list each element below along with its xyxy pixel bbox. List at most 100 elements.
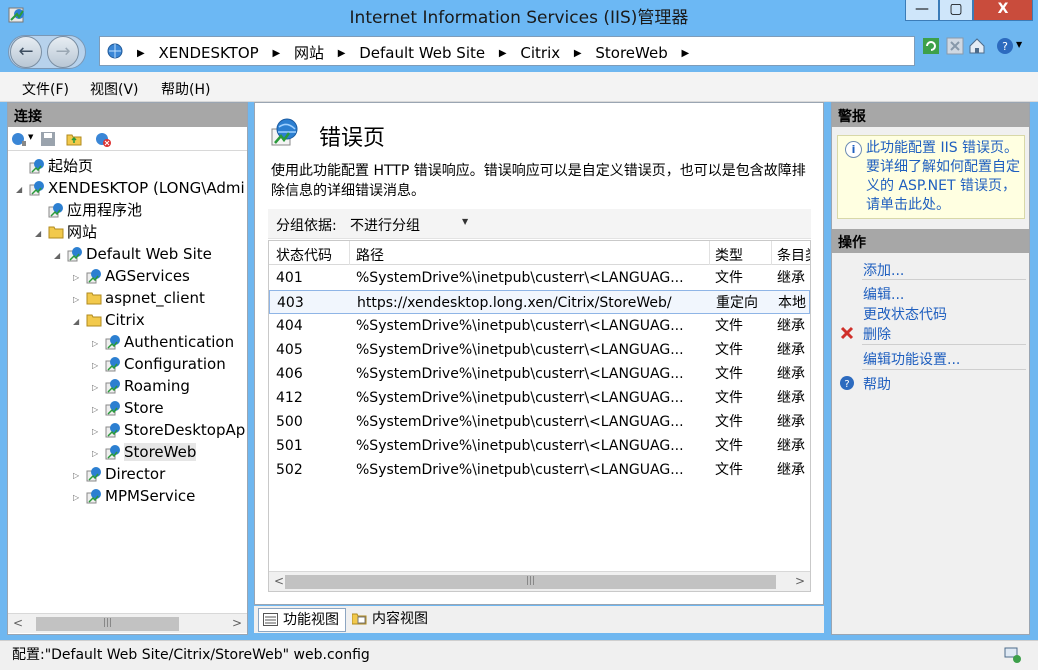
- delete-connection-icon[interactable]: [95, 131, 111, 147]
- breadcrumb-item-xendesktop[interactable]: XENDESKTOP: [158, 44, 258, 62]
- table-row[interactable]: 412 %SystemDrive%\inetpub\custerr\<LANGUA…: [269, 386, 810, 410]
- cell-status-code: 401: [276, 270, 303, 286]
- tree-node[interactable]: ▷ Authentication: [92, 331, 234, 353]
- tree-toggle-icon[interactable]: ▷: [92, 355, 102, 377]
- tree-node[interactable]: 起始页: [16, 155, 93, 177]
- tree-node[interactable]: ▷ AGServices: [73, 265, 190, 287]
- table-row[interactable]: 404 %SystemDrive%\inetpub\custerr\<LANGUA…: [269, 314, 810, 338]
- page-title: 错误页: [319, 126, 386, 151]
- tree-node[interactable]: ▷ MPMService: [73, 485, 195, 507]
- tree-toggle-icon[interactable]: ▷: [73, 465, 83, 487]
- connections-horizontal-scrollbar[interactable]: < ||| >: [8, 613, 247, 633]
- tree-node[interactable]: ◢ XENDESKTOP (LONG\Admi: [16, 177, 245, 199]
- table-row[interactable]: 403 https://xendesktop.long.xen/Citrix/St…: [269, 290, 810, 314]
- table-row[interactable]: 406 %SystemDrive%\inetpub\custerr\<LANGUA…: [269, 362, 810, 386]
- connect-icon[interactable]: [11, 131, 27, 147]
- group-by-select[interactable]: 不进行分组: [350, 215, 420, 235]
- tree-node[interactable]: ▷ aspnet_client: [73, 287, 205, 309]
- table-row[interactable]: 502 %SystemDrive%\inetpub\custerr\<LANGUA…: [269, 458, 810, 482]
- tree-toggle-icon[interactable]: ◢: [73, 311, 83, 333]
- help-dropdown-icon[interactable]: ▼: [1016, 40, 1022, 49]
- tree-toggle-icon[interactable]: ◢: [35, 223, 45, 245]
- tree-toggle-icon[interactable]: ▷: [92, 421, 102, 443]
- up-folder-icon[interactable]: [66, 131, 82, 147]
- tree-toggle-icon[interactable]: ▷: [73, 487, 83, 509]
- help-icon[interactable]: ?: [839, 375, 855, 391]
- maximize-button[interactable]: ▢: [939, 0, 973, 21]
- alert-message[interactable]: 此功能配置 IIS 错误页。要详细了解如何配置自定义的 ASP.NET 错误页，…: [866, 140, 1020, 213]
- table-row[interactable]: 501 %SystemDrive%\inetpub\custerr\<LANGUA…: [269, 434, 810, 458]
- column-divider[interactable]: [349, 241, 350, 265]
- tree-toggle-icon[interactable]: ◢: [16, 179, 26, 201]
- menu-file[interactable]: 文件(F): [22, 79, 69, 99]
- delete-icon[interactable]: [839, 325, 855, 341]
- save-icon[interactable]: [40, 131, 56, 147]
- tree-toggle-icon[interactable]: ▷: [92, 377, 102, 399]
- feature-view-tab[interactable]: 功能视图: [258, 608, 346, 632]
- tree-node[interactable]: ▷ Roaming: [92, 375, 190, 397]
- cell-type: 重定向: [716, 295, 758, 311]
- column-divider[interactable]: [709, 241, 710, 265]
- tree-toggle-icon[interactable]: ▷: [92, 333, 102, 355]
- scroll-thumb[interactable]: |||: [36, 617, 179, 631]
- address-bar[interactable]: ▶ XENDESKTOP ▶ 网站 ▶ Default Web Site ▶ C…: [99, 36, 915, 66]
- column-status-code[interactable]: 状态代码: [276, 245, 332, 265]
- tree-node[interactable]: 应用程序池: [35, 199, 142, 221]
- tree-toggle-icon[interactable]: ▷: [73, 289, 83, 311]
- alert-message-box[interactable]: i 此功能配置 IIS 错误页。要详细了解如何配置自定义的 ASP.NET 错误…: [837, 135, 1025, 219]
- delete-action-link[interactable]: 删除: [863, 324, 891, 344]
- breadcrumb-item-citrix[interactable]: Citrix: [520, 44, 560, 62]
- column-divider[interactable]: [771, 241, 772, 265]
- forward-button[interactable]: →: [47, 36, 79, 68]
- tree-toggle-icon[interactable]: ▷: [92, 399, 102, 421]
- breadcrumb-item-storeweb[interactable]: StoreWeb: [595, 44, 667, 62]
- chevron-down-icon[interactable]: ▼: [462, 217, 468, 226]
- cell-type: 文件: [715, 414, 743, 430]
- tree-node[interactable]: ▷ StoreDesktopAp: [92, 419, 245, 441]
- tree-node[interactable]: ◢ 网站: [35, 221, 97, 243]
- content-view-tab[interactable]: 内容视图: [348, 608, 438, 632]
- change-status-code-link[interactable]: 更改状态代码: [863, 304, 947, 324]
- tree-node-label: Default Web Site: [86, 245, 212, 263]
- tree-node[interactable]: ▷ Configuration: [92, 353, 226, 375]
- scroll-thumb[interactable]: |||: [285, 575, 776, 589]
- tree-node[interactable]: ▷ Director: [73, 463, 165, 485]
- edit-feature-settings-link[interactable]: 编辑功能设置...: [863, 349, 960, 369]
- scroll-right-icon[interactable]: >: [792, 574, 808, 590]
- edit-action-link[interactable]: 编辑...: [863, 284, 904, 304]
- tree-node[interactable]: ▷ Store: [92, 397, 164, 419]
- menu-help[interactable]: 帮助(H): [161, 79, 210, 99]
- breadcrumb-item-default-web-site[interactable]: Default Web Site: [359, 44, 485, 62]
- breadcrumb-item-sites[interactable]: 网站: [294, 42, 324, 63]
- scroll-right-icon[interactable]: >: [229, 616, 245, 632]
- help-action-link[interactable]: 帮助: [863, 374, 891, 394]
- scroll-left-icon[interactable]: <: [10, 616, 26, 632]
- table-horizontal-scrollbar[interactable]: < ||| >: [269, 571, 810, 591]
- minimize-button[interactable]: —: [905, 0, 939, 21]
- table-row[interactable]: 401 %SystemDrive%\inetpub\custerr\<LANGUA…: [269, 266, 810, 290]
- breadcrumb-separator-icon[interactable]: ▶: [682, 48, 690, 59]
- table-row[interactable]: 405 %SystemDrive%\inetpub\custerr\<LANGUA…: [269, 338, 810, 362]
- cell-entry-type: 继承: [777, 390, 805, 406]
- tree-node[interactable]: ◢ Citrix: [73, 309, 145, 331]
- add-action-link[interactable]: 添加...: [863, 260, 904, 280]
- stop-icon[interactable]: [946, 37, 964, 55]
- refresh-icon[interactable]: [922, 37, 940, 55]
- help-icon[interactable]: ?: [996, 37, 1014, 55]
- close-button[interactable]: X: [973, 0, 1033, 21]
- cell-entry-type: 继承: [777, 414, 805, 430]
- back-button[interactable]: ←: [10, 36, 42, 68]
- tree-node[interactable]: ▷ StoreWeb: [92, 441, 197, 465]
- tree-node-label: StoreWeb: [124, 443, 197, 461]
- menu-view[interactable]: 视图(V): [90, 79, 139, 99]
- tree-toggle-icon[interactable]: ◢: [54, 245, 64, 267]
- tree-toggle-icon[interactable]: ▷: [73, 267, 83, 289]
- connect-dropdown-icon[interactable]: ▼: [28, 133, 33, 141]
- tree-node[interactable]: ◢ Default Web Site: [54, 243, 212, 265]
- column-entry-type[interactable]: 条目类: [777, 245, 810, 265]
- home-icon[interactable]: [968, 37, 986, 55]
- table-row[interactable]: 500 %SystemDrive%\inetpub\custerr\<LANGUA…: [269, 410, 810, 434]
- tree-toggle-icon[interactable]: ▷: [92, 443, 102, 465]
- column-type[interactable]: 类型: [715, 245, 743, 265]
- column-path[interactable]: 路径: [356, 245, 384, 265]
